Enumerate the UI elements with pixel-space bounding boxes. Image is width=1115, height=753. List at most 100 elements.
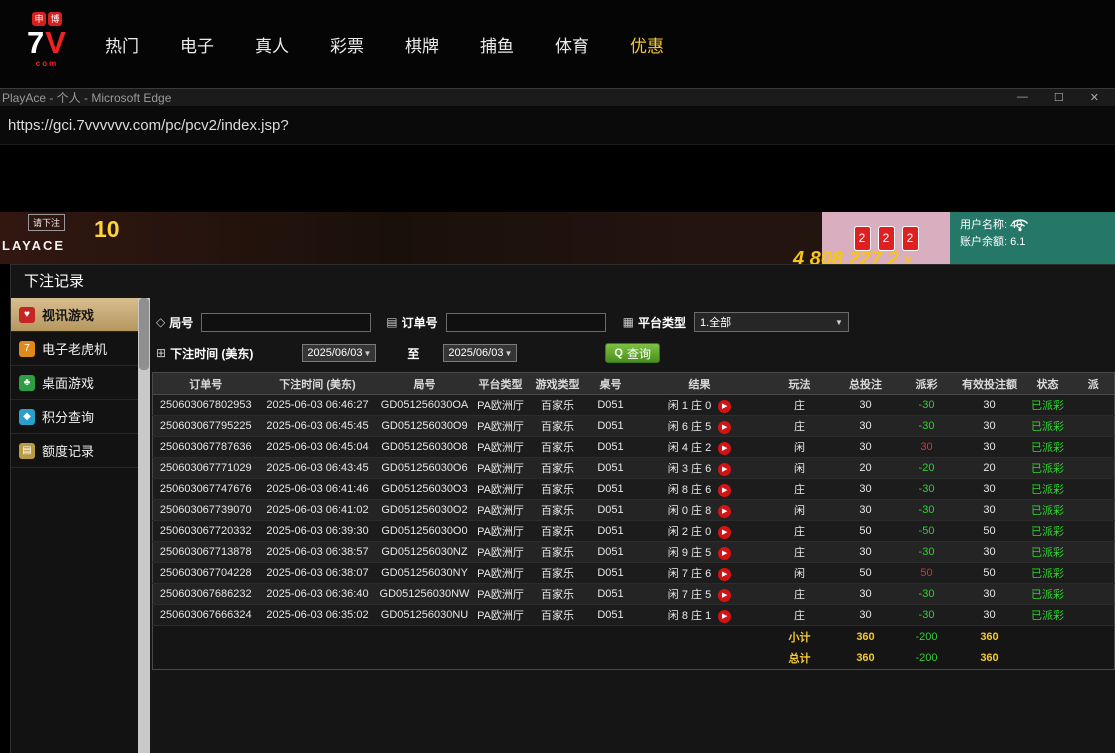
browser-title-bar: PlayAce - 个人 - Microsoft Edge — ☐ ✕	[0, 88, 1115, 106]
cell	[1073, 584, 1115, 605]
modal-scrollbar[interactable]	[138, 298, 150, 753]
betting-records-modal: 下注记录 ♥视讯游戏7电子老虎机♣桌面游戏◆积分查询▤额度记录 ◇ 局号 ▤ 订…	[10, 264, 1115, 753]
result-text: 闲 9 庄 5	[668, 547, 711, 559]
betting-records-table: 订单号下注时间 (美东)局号平台类型游戏类型桌号结果玩法总投注派彩有效投注额状态…	[152, 372, 1115, 670]
nav-item[interactable]: 电子	[180, 32, 214, 57]
nav-item[interactable]: 优惠	[630, 32, 664, 57]
sidebar-item-quota[interactable]: ▤额度记录	[11, 434, 138, 468]
maximize-button[interactable]: ☐	[1054, 91, 1064, 104]
payout-cell: 30	[897, 437, 957, 458]
play-result-button[interactable]: ▶	[718, 400, 731, 413]
scrollbar-thumb[interactable]	[139, 298, 149, 370]
cell: 庄	[765, 542, 835, 563]
cell: 百家乐	[529, 563, 587, 584]
cell	[1073, 563, 1115, 584]
column-header: 局号	[377, 373, 473, 395]
date-from-select[interactable]: 2025/06/03 ▼	[302, 344, 376, 362]
column-header: 玩法	[765, 373, 835, 395]
filter-row-1: ◇ 局号 ▤ 订单号 ▦ 平台类型 1.全部 ▼	[156, 310, 1115, 334]
sidebar-item-video-games[interactable]: ♥ 视讯游戏	[11, 298, 138, 332]
cell: PA欧洲厅	[473, 500, 529, 521]
nav-item[interactable]: 体育	[555, 32, 589, 57]
status-cell: 已派彩	[1023, 563, 1073, 584]
search-icon: Q	[614, 347, 623, 359]
payout-cell: -30	[897, 605, 957, 626]
column-header: 下注时间 (美东)	[259, 373, 377, 395]
cell: 30	[835, 395, 897, 416]
result-text: 闲 3 庄 6	[668, 463, 711, 475]
filter-row-2: ⊞ 下注时间 (美东) 2025/06/03 ▼ 至 2025/06/03 ▼	[156, 341, 1115, 365]
screen: 申博 7V com 热门 电子 真人 彩票 棋牌 捕鱼 体育 优惠 PlayAce - 个人 …	[0, 0, 1115, 753]
result-cell: 闲 7 庄 5▶	[635, 584, 765, 605]
table-game-icon: ♣	[19, 375, 35, 391]
playace-brand: LAYACE	[2, 238, 65, 253]
close-button[interactable]: ✕	[1090, 91, 1099, 104]
balance-label: 账户余额: 6.1	[960, 234, 1115, 251]
nav-item[interactable]: 棋牌	[405, 32, 439, 57]
cell: GD051256030O8	[377, 437, 473, 458]
cell	[587, 648, 635, 670]
play-result-button[interactable]: ▶	[718, 610, 731, 623]
cell: PA欧洲厅	[473, 605, 529, 626]
platform-type-select[interactable]: 1.全部 ▼	[694, 312, 849, 332]
cards-icon: ♥	[19, 307, 35, 323]
url-text: https://gci.7vvvvvv.com/pc/pcv2/index.js…	[8, 117, 289, 134]
query-button[interactable]: Q 查询	[605, 343, 660, 363]
cell: 30	[957, 605, 1023, 626]
cell: 庄	[765, 584, 835, 605]
sidebar-item-slots[interactable]: 7电子老虎机	[11, 332, 138, 366]
result-text: 闲 4 庄 2	[668, 442, 711, 454]
play-result-button[interactable]: ▶	[718, 526, 731, 539]
nav-item[interactable]: 捕鱼	[480, 32, 514, 57]
window-controls: — ☐ ✕	[1017, 91, 1115, 104]
date-to-select[interactable]: 2025/06/03 ▼	[443, 344, 517, 362]
play-result-button[interactable]: ▶	[718, 568, 731, 581]
table-row: 2506030678029532025-06-03 06:46:27GD0512…	[153, 395, 1115, 416]
nav-item[interactable]: 热门	[105, 32, 139, 57]
sidebar-item-table-games[interactable]: ♣桌面游戏	[11, 366, 138, 400]
sidebar-item-label: 视讯游戏	[42, 305, 94, 324]
play-result-button[interactable]: ▶	[718, 463, 731, 476]
cell: 百家乐	[529, 458, 587, 479]
summary-payout: -200	[897, 626, 957, 648]
cell	[1073, 416, 1115, 437]
cell	[1073, 542, 1115, 563]
address-bar[interactable]: https://gci.7vvvvvv.com/pc/pcv2/index.js…	[0, 106, 1115, 145]
cell: 百家乐	[529, 605, 587, 626]
play-result-button[interactable]: ▶	[718, 547, 731, 560]
page-area: 请下注 10 LAYACE 222 用户名称: 40 账户余额: 6.1 4 8…	[0, 146, 1115, 753]
account-panel: 用户名称: 40 账户余额: 6.1	[950, 212, 1115, 264]
play-result-button[interactable]: ▶	[718, 589, 731, 602]
column-header: 有效投注额	[957, 373, 1023, 395]
cell: 250603067704228	[153, 563, 259, 584]
round-number-input[interactable]	[201, 313, 371, 332]
play-result-button[interactable]: ▶	[718, 505, 731, 518]
status-cell: 已派彩	[1023, 605, 1073, 626]
play-result-button[interactable]: ▶	[718, 484, 731, 497]
wifi-icon	[1011, 218, 1029, 238]
cell: 30	[957, 395, 1023, 416]
sidebar-item-points[interactable]: ◆积分查询	[11, 400, 138, 434]
result-text: 闲 7 庄 6	[668, 568, 711, 580]
site-logo[interactable]: 申博 7V com	[16, 9, 78, 68]
result-cell: 闲 1 庄 0▶	[635, 395, 765, 416]
table-row: 2506030677476762025-06-03 06:41:46GD0512…	[153, 479, 1115, 500]
payout-cell: -30	[897, 500, 957, 521]
nav-item[interactable]: 真人	[255, 32, 289, 57]
payout-cell: -30	[897, 416, 957, 437]
minimize-button[interactable]: —	[1017, 91, 1028, 104]
sidebar-item-label: 积分查询	[42, 407, 94, 426]
play-result-button[interactable]: ▶	[718, 421, 731, 434]
cell: GD051256030NZ	[377, 542, 473, 563]
result-text: 闲 2 庄 0	[668, 526, 711, 538]
cell	[635, 626, 765, 648]
play-result-button[interactable]: ▶	[718, 442, 731, 455]
cell: PA欧洲厅	[473, 416, 529, 437]
cell: D051	[587, 605, 635, 626]
cell: 20	[957, 458, 1023, 479]
order-number-input[interactable]	[446, 313, 606, 332]
nav-item[interactable]: 彩票	[330, 32, 364, 57]
result-text: 闲 8 庄 1	[668, 610, 711, 622]
table-row: 2506030676862322025-06-03 06:36:40GD0512…	[153, 584, 1115, 605]
cell: 30	[957, 500, 1023, 521]
